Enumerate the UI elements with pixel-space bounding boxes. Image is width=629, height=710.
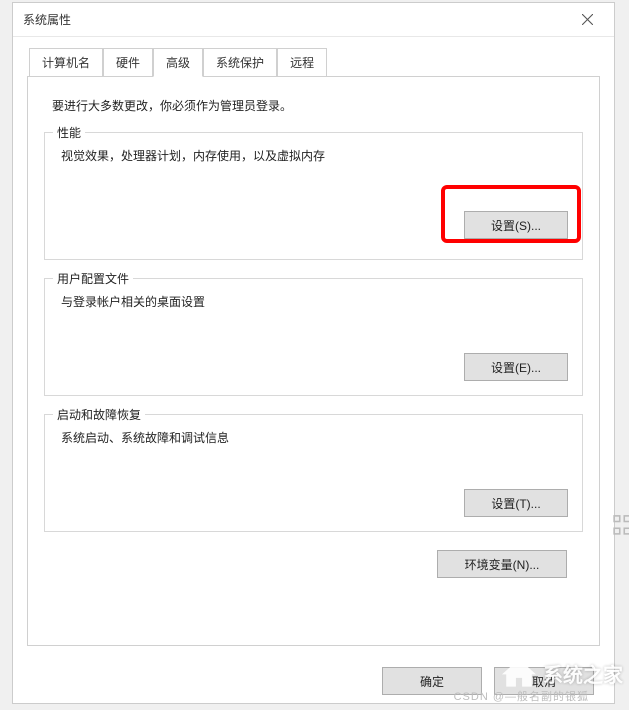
group-title-performance: 性能 (53, 124, 85, 141)
dialog-button-bar: 确定 取消 (382, 667, 594, 695)
content-area: 计算机名 硬件 高级 系统保护 远程 要进行大多数更改，你必须作为管理员登录。 … (13, 37, 614, 660)
button-row: 设置(S)... (464, 211, 568, 239)
tab-computer-name[interactable]: 计算机名 (29, 48, 103, 77)
settings-user-profiles-button[interactable]: 设置(E)... (464, 353, 568, 381)
titlebar: 系统属性 (13, 3, 614, 37)
env-row: 环境变量(N)... (44, 550, 583, 578)
tab-strip: 计算机名 硬件 高级 系统保护 远程 (29, 47, 600, 76)
tab-label: 远程 (290, 56, 314, 70)
settings-performance-button[interactable]: 设置(S)... (464, 211, 568, 239)
button-row: 设置(T)... (464, 489, 568, 517)
group-startup-recovery: 启动和故障恢复 系统启动、系统故障和调试信息 设置(T)... (44, 414, 583, 532)
group-performance: 性能 视觉效果，处理器计划，内存使用，以及虚拟内存 设置(S)... (44, 132, 583, 260)
tab-label: 计算机名 (42, 56, 90, 70)
qr-side-icon (613, 514, 629, 538)
tab-label: 硬件 (116, 56, 140, 70)
tab-advanced[interactable]: 高级 (153, 48, 203, 77)
tab-label: 高级 (166, 56, 190, 70)
tab-label: 系统保护 (216, 56, 264, 70)
group-desc-startup: 系统启动、系统故障和调试信息 (61, 429, 568, 446)
group-title-startup: 启动和故障恢复 (53, 406, 145, 423)
environment-variables-button[interactable]: 环境变量(N)... (437, 550, 567, 578)
tab-remote[interactable]: 远程 (277, 48, 327, 77)
settings-startup-button[interactable]: 设置(T)... (464, 489, 568, 517)
close-button[interactable] (564, 5, 610, 35)
ok-button[interactable]: 确定 (382, 667, 482, 695)
group-user-profiles: 用户配置文件 与登录帐户相关的桌面设置 设置(E)... (44, 278, 583, 396)
window-title: 系统属性 (23, 11, 71, 28)
tab-panel-advanced: 要进行大多数更改，你必须作为管理员登录。 性能 视觉效果，处理器计划，内存使用，… (27, 76, 600, 646)
tab-hardware[interactable]: 硬件 (103, 48, 153, 77)
admin-note: 要进行大多数更改，你必须作为管理员登录。 (52, 97, 583, 114)
group-title-user-profiles: 用户配置文件 (53, 270, 133, 287)
tab-system-protection[interactable]: 系统保护 (203, 48, 277, 77)
group-desc-user-profiles: 与登录帐户相关的桌面设置 (61, 293, 568, 310)
system-properties-window: 系统属性 计算机名 硬件 高级 系统保护 远程 要进行大多数更改，你必须作为管理… (12, 2, 615, 704)
group-desc-performance: 视觉效果，处理器计划，内存使用，以及虚拟内存 (61, 147, 568, 164)
button-row: 设置(E)... (464, 353, 568, 381)
close-icon (582, 14, 593, 25)
cancel-button[interactable]: 取消 (494, 667, 594, 695)
